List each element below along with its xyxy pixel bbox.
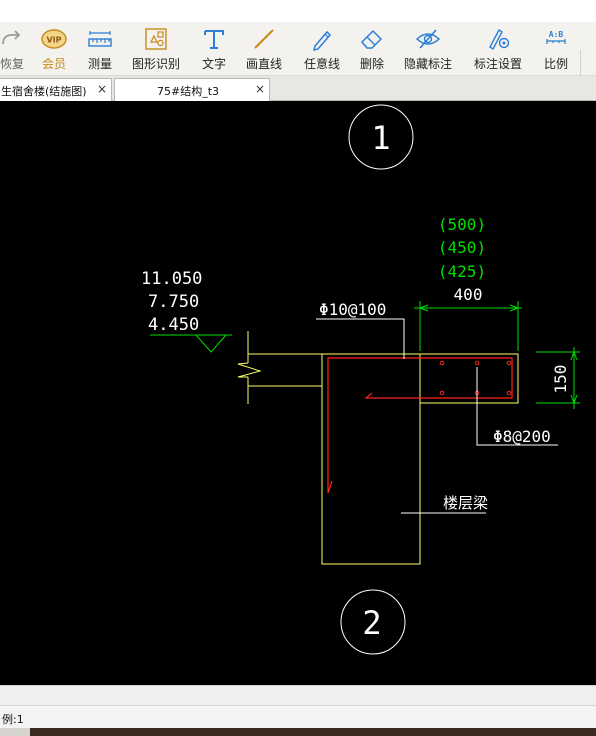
title-strip bbox=[0, 0, 596, 22]
measure-label: 测量 bbox=[87, 57, 112, 71]
elevation-4450: 4.450 bbox=[148, 315, 199, 335]
vip-icon: VIP bbox=[41, 29, 67, 49]
beam-label: 楼层梁 bbox=[443, 494, 488, 512]
annotation-settings-button[interactable]: 标注设置 bbox=[472, 24, 524, 74]
toolbar: 恢复 VIP 会员 测量 图形识别 文字 画直线 任意线 删除 隐藏标注 标注设… bbox=[0, 22, 596, 92]
elevation-7750: 7.750 bbox=[148, 292, 199, 312]
tab-structure[interactable]: 75#结构_t3 × bbox=[114, 78, 270, 101]
draw-line-button[interactable]: 画直线 bbox=[244, 24, 284, 74]
scale-label: 比例 bbox=[543, 57, 568, 71]
shape-recognition-button[interactable]: 图形识别 bbox=[130, 24, 182, 74]
annotation-settings-label: 标注设置 bbox=[473, 57, 522, 71]
delete-button[interactable]: 删除 bbox=[356, 24, 388, 74]
hide-annotation-label: 隐藏标注 bbox=[403, 57, 452, 71]
text-icon bbox=[204, 30, 224, 49]
redo-button[interactable]: 恢复 bbox=[0, 24, 24, 74]
cad-drawing: 1 2 (500) (450) (425) 400 150 11.050 7.7… bbox=[141, 104, 580, 655]
ruler-icon bbox=[88, 31, 112, 47]
vip-button[interactable]: VIP 会员 bbox=[38, 24, 70, 74]
eraser-icon bbox=[360, 29, 383, 49]
green-dim-425: (425) bbox=[438, 262, 486, 281]
line-icon bbox=[254, 29, 274, 49]
beam-slab-outline bbox=[237, 331, 519, 565]
tab-structure-title: 75#结构_t3 bbox=[157, 85, 220, 98]
dim-400-label: 400 bbox=[454, 285, 483, 304]
rebar-dots bbox=[439, 360, 512, 396]
text-button[interactable]: 文字 bbox=[198, 24, 230, 74]
elevation-marker bbox=[150, 334, 232, 353]
eye-hidden-icon bbox=[415, 29, 441, 49]
horizontal-scrollbar[interactable] bbox=[0, 685, 596, 705]
rebar-top-label: Φ10@100 bbox=[319, 300, 386, 319]
rebar-slab-label: Φ8@200 bbox=[493, 427, 551, 446]
document-tabs: 生宿舍楼(结施图) × 75#结构_t3 × bbox=[0, 76, 596, 101]
axis-top-label: 1 bbox=[371, 119, 390, 157]
axis-bubble-2: 2 bbox=[340, 589, 406, 655]
close-icon[interactable]: × bbox=[255, 82, 265, 96]
measure-button[interactable]: 测量 bbox=[84, 24, 116, 74]
rebar-top-leader bbox=[316, 318, 405, 359]
taskbar-strip bbox=[0, 728, 596, 736]
axis-bottom-label: 2 bbox=[362, 604, 381, 642]
freehand-line-label: 任意线 bbox=[303, 57, 340, 71]
axis-bubble-1: 1 bbox=[348, 104, 414, 170]
scale-icon: A:B bbox=[546, 30, 566, 44]
status-bar: 例:1 bbox=[0, 705, 596, 728]
green-dim-500: (500) bbox=[438, 215, 486, 234]
vip-label: 会员 bbox=[41, 57, 66, 71]
dim-400-line bbox=[414, 301, 522, 351]
delete-label: 删除 bbox=[359, 57, 384, 71]
taskbar-start bbox=[0, 728, 30, 736]
shape-recognition-label: 图形识别 bbox=[131, 57, 180, 71]
shape-recognition-icon bbox=[145, 28, 167, 50]
scale-button[interactable]: A:B 比例 bbox=[540, 24, 572, 74]
draw-line-label: 画直线 bbox=[245, 57, 282, 71]
scale-status: 例:1 bbox=[2, 713, 24, 726]
redo-icon bbox=[2, 30, 21, 45]
dim-150-label: 150 bbox=[551, 365, 570, 394]
hide-annotation-button[interactable]: 隐藏标注 bbox=[402, 24, 454, 74]
scale-glyph: A:B bbox=[549, 30, 564, 39]
close-icon[interactable]: × bbox=[97, 82, 107, 96]
pen-icon bbox=[312, 30, 332, 52]
tab-dormitory[interactable]: 生宿舍楼(结施图) × bbox=[0, 78, 112, 101]
drawing-canvas[interactable]: 1 2 (500) (450) (425) 400 150 11.050 7.7… bbox=[0, 101, 596, 685]
freehand-line-button[interactable]: 任意线 bbox=[302, 24, 342, 74]
text-label: 文字 bbox=[201, 57, 226, 71]
annotation-settings-icon bbox=[489, 28, 510, 51]
redo-label: 恢复 bbox=[0, 57, 25, 71]
svg-text:VIP: VIP bbox=[46, 36, 61, 45]
elevation-11050: 11.050 bbox=[141, 269, 202, 289]
green-dim-450: (450) bbox=[438, 238, 486, 257]
tab-dormitory-title: 生宿舍楼(结施图) bbox=[1, 85, 87, 98]
